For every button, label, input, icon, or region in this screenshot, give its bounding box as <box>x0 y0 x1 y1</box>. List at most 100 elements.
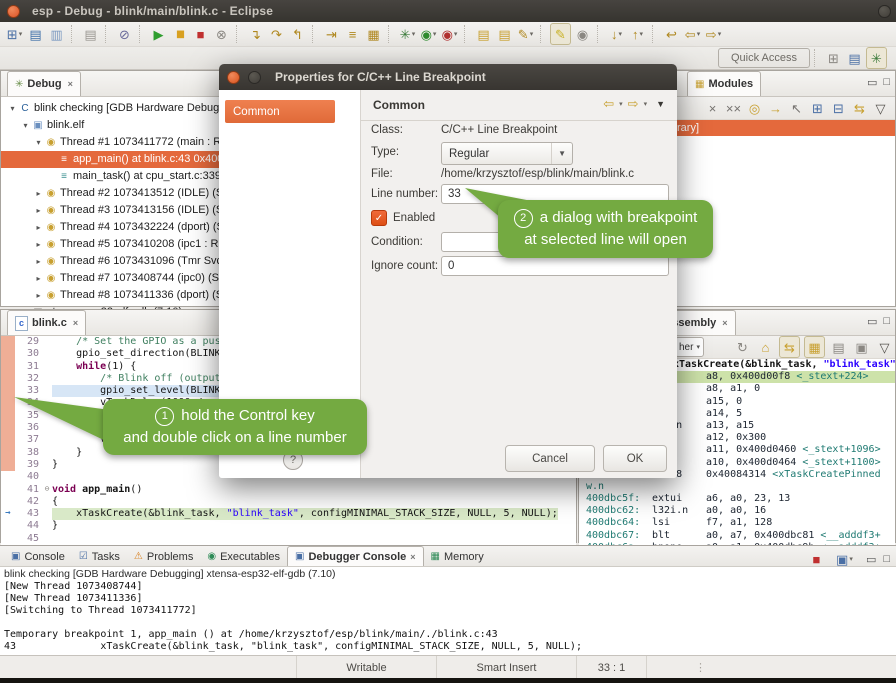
code-text[interactable]: while(1) { <box>52 361 136 373</box>
tab-blink-c[interactable]: c blink.c × <box>7 310 86 335</box>
collapse-all-button[interactable]: ⊟ <box>829 98 848 118</box>
run-button[interactable]: ◉▾ <box>419 24 438 44</box>
external-tools-button[interactable]: ◉▾ <box>440 24 459 44</box>
minimize-view-icon[interactable]: ▭ <box>867 76 877 89</box>
search-button[interactable]: ✎▾ <box>516 24 535 44</box>
tree-expander-icon[interactable]: ▾ <box>20 117 31 134</box>
console-output[interactable]: [New Thread 1073408744][New Thread 10734… <box>0 581 896 653</box>
minimize-view-icon[interactable]: ▭ <box>867 315 877 328</box>
dialog-close-button[interactable] <box>227 71 240 84</box>
goto-file-button[interactable]: → <box>766 98 785 118</box>
mark-occurrences-button[interactable]: ✎ <box>550 23 571 45</box>
disconnect-button[interactable]: ⊗ <box>212 24 231 44</box>
maximize-view-icon[interactable]: □ <box>883 315 890 328</box>
line-number[interactable]: 41 <box>15 484 42 496</box>
console-tab-console[interactable]: ▣Console <box>4 547 72 566</box>
build-button[interactable]: ▤ <box>81 24 100 44</box>
maximize-view-icon[interactable]: □ <box>883 76 890 89</box>
console-tab-tasks[interactable]: ☑Tasks <box>72 547 127 566</box>
next-annotation-button[interactable]: ↓▾ <box>607 24 626 44</box>
code-text[interactable]: } <box>52 520 58 532</box>
close-icon[interactable]: × <box>410 552 415 562</box>
remove-module-button[interactable]: × <box>703 98 722 118</box>
tab-debug[interactable]: ✳ Debug × <box>7 71 81 96</box>
disassembly-row[interactable]: w.n <box>579 481 895 493</box>
new-wizard-button[interactable]: ⊞▾ <box>5 24 24 44</box>
quick-access-button[interactable]: Quick Access <box>718 48 810 68</box>
open-project-button[interactable]: ▤ <box>474 24 493 44</box>
tab-modules[interactable]: ▦ Modules <box>687 71 761 96</box>
tree-expander-icon[interactable]: ▸ <box>33 287 44 304</box>
console-tab-executables[interactable]: ◉Executables <box>200 547 287 566</box>
remove-all-modules-button[interactable]: ×× <box>724 98 743 118</box>
chevron-down-icon[interactable]: ▾ <box>644 100 648 108</box>
view-menu-button[interactable]: ▽ <box>875 337 894 357</box>
skip-all-breakpoints-button[interactable]: ⊘ <box>115 24 134 44</box>
home-button[interactable]: ⌂ <box>756 337 775 357</box>
use-step-filters-button[interactable]: ≡ <box>343 24 362 44</box>
view-menu-icon[interactable]: ▼ <box>656 99 665 109</box>
terminate-button[interactable]: ■ <box>191 24 210 44</box>
instruction-stepping-button[interactable]: ⇥ <box>322 24 341 44</box>
line-number[interactable]: 29 <box>15 336 42 348</box>
open-folder-button[interactable]: ▤ <box>495 24 514 44</box>
location-combo[interactable]: her ▾ <box>675 337 704 357</box>
previous-annotation-button[interactable]: ↑▾ <box>628 24 647 44</box>
disassembly-row[interactable]: 400dbc67:blta0, a7, 0x400dbc81 <__adddf3… <box>579 530 895 542</box>
disassembly-row[interactable]: 400dbc5f:extuia6, a0, 23, 13 <box>579 493 895 505</box>
disassembly-row[interactable]: 400dbc64:lsif7, a1, 128 <box>579 517 895 529</box>
debug-perspective-button[interactable]: ✳ <box>866 47 887 69</box>
line-number[interactable]: 45 <box>15 533 42 545</box>
line-number[interactable]: 42 <box>15 496 42 508</box>
dialog-minimize-button[interactable] <box>248 71 261 84</box>
open-new-view-button[interactable]: ▤ <box>829 337 848 357</box>
line-number[interactable]: 44 <box>15 520 42 532</box>
close-icon[interactable]: × <box>68 79 73 89</box>
refresh-view-button[interactable]: ↻ <box>733 337 752 357</box>
code-text[interactable]: xTaskCreate(&blink_task, "blink_task", c… <box>52 508 558 520</box>
step-into-button[interactable]: ↴ <box>246 24 265 44</box>
window-maximize-button[interactable] <box>878 5 891 18</box>
line-number[interactable]: 40 <box>15 471 42 483</box>
save-all-button[interactable]: ▥ <box>47 24 66 44</box>
tree-expander-icon[interactable]: ▾ <box>33 134 44 151</box>
close-icon[interactable]: × <box>722 318 727 328</box>
last-edit-location-button[interactable]: ↩ <box>662 24 681 44</box>
step-return-button[interactable]: ↰ <box>288 24 307 44</box>
console-tab-problems[interactable]: ⚠Problems <box>127 547 200 566</box>
tree-expander-icon[interactable]: ▸ <box>33 270 44 287</box>
forward-button[interactable]: ⇨▾ <box>704 24 723 44</box>
step-over-button[interactable]: ↷ <box>267 24 286 44</box>
tree-expander-icon[interactable]: ▸ <box>33 253 44 270</box>
code-text[interactable]: } <box>52 459 58 471</box>
minimize-view-icon[interactable]: ▭ <box>866 553 876 566</box>
line-number[interactable]: 32 <box>15 373 42 385</box>
close-icon[interactable]: × <box>73 318 78 328</box>
cpp-perspective-button[interactable]: ▤ <box>845 48 864 68</box>
code-text[interactable]: void app_main() <box>52 484 142 496</box>
expand-all-button[interactable]: ⊞ <box>808 98 827 118</box>
link-with-active-context-button[interactable]: ⇆ <box>779 336 800 358</box>
resume-button[interactable]: ▶ <box>149 24 168 44</box>
console-tab-memory[interactable]: ▦Memory <box>424 547 491 566</box>
window-close-button[interactable] <box>7 5 20 18</box>
back-arrow-icon[interactable]: ⇦ <box>603 96 614 112</box>
line-number[interactable]: 31 <box>15 361 42 373</box>
debug-button[interactable]: ✳▾ <box>398 24 417 44</box>
tree-expander-icon[interactable]: ▸ <box>33 236 44 253</box>
line-number[interactable]: 43 <box>15 508 42 520</box>
select-button[interactable]: ↖ <box>787 98 806 118</box>
line-number[interactable]: 39 <box>15 459 42 471</box>
terminate-console-button[interactable]: ■ <box>807 549 826 569</box>
maximize-view-icon[interactable]: □ <box>883 553 890 565</box>
enabled-checkbox[interactable]: ✓ Enabled <box>371 210 435 226</box>
tree-expander-icon[interactable]: ▸ <box>33 219 44 236</box>
fold-marker-icon[interactable]: ⊖ <box>42 484 52 496</box>
collaboration-button[interactable]: ◉ <box>573 24 592 44</box>
display-selected-console-button[interactable]: ▣▾ <box>835 549 854 569</box>
console-tab-debugger-console[interactable]: ▣Debugger Console× <box>287 546 424 566</box>
save-button[interactable]: ▤ <box>26 24 45 44</box>
forward-arrow-icon[interactable]: ⇨ <box>628 96 639 112</box>
code-text[interactable]: { <box>52 496 58 508</box>
cancel-button[interactable]: Cancel <box>505 445 595 472</box>
